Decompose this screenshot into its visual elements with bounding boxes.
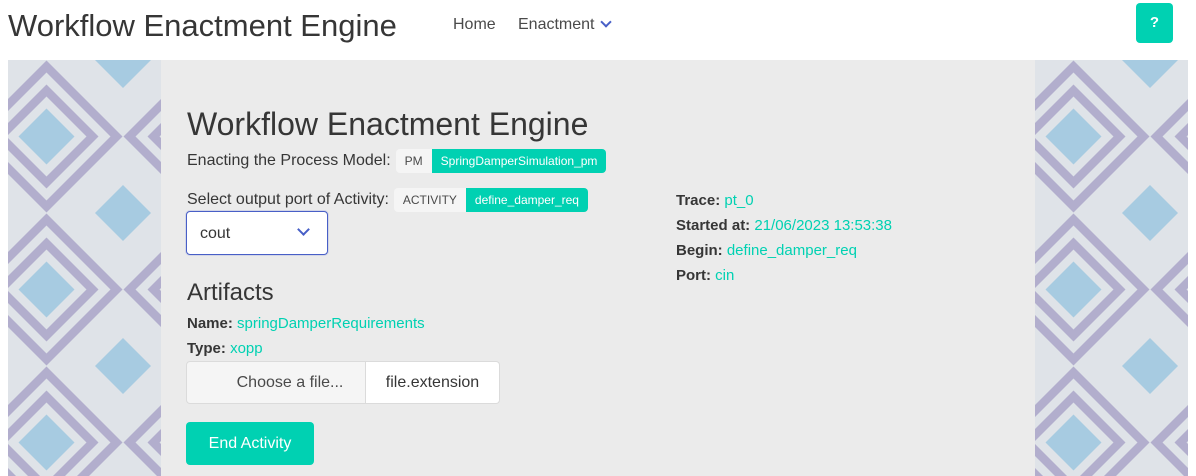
output-port-selected-value: cout [200, 225, 231, 242]
background-pattern-right [1035, 60, 1188, 476]
activity-label: Select output port of Activity: [187, 191, 389, 208]
artifact-type: Type: xopp [187, 340, 263, 357]
artifact-type-label: Type: [187, 340, 226, 357]
begin-label: Begin: [676, 242, 723, 259]
started-info: Started at: 21/06/2023 13:53:38 [676, 217, 892, 234]
choose-file-button[interactable]: Choose a file... [186, 361, 366, 404]
begin-info: Begin: define_damper_req [676, 242, 857, 259]
end-activity-button[interactable]: End Activity [186, 422, 314, 465]
navbar: Workflow Enactment Engine Home Enactment… [0, 0, 1196, 56]
help-button[interactable]: ? [1136, 3, 1173, 43]
activity-tag: ACTIVITY [393, 188, 466, 212]
trace-value: pt_0 [724, 192, 754, 209]
page-title: Workflow Enactment Engine [187, 106, 589, 142]
begin-value: define_damper_req [726, 242, 857, 259]
nav-home-link[interactable]: Home [453, 16, 496, 34]
process-model-label: Enacting the Process Model: [187, 152, 391, 169]
activity-tags: ACTIVITY define_damper_req [393, 188, 588, 212]
main-panel: Workflow Enactment Engine Enacting the P… [161, 60, 1035, 476]
trace-info: Trace: pt_0 [676, 192, 754, 209]
file-name-display: file.extension [366, 361, 500, 404]
process-model-line: Enacting the Process Model: PM SpringDam… [187, 149, 607, 173]
trace-label: Trace: [676, 192, 721, 209]
pm-tag: PM [395, 149, 432, 173]
process-model-tags: PM SpringDamperSimulation_pm [395, 149, 607, 173]
port-info: Port: cin [676, 267, 734, 284]
nav-enactment-label: Enactment [518, 16, 595, 33]
started-value: 21/06/2023 13:53:38 [754, 217, 892, 234]
artifact-type-value: xopp [230, 340, 263, 357]
nav-enactment-dropdown[interactable]: Enactment [518, 16, 613, 34]
port-value: cin [715, 267, 735, 284]
file-upload[interactable]: Choose a file... file.extension [186, 361, 500, 404]
navbar-brand[interactable]: Workflow Enactment Engine [8, 8, 397, 44]
chevron-down-icon [600, 16, 613, 28]
activity-line: Select output port of Activity: ACTIVITY… [187, 188, 588, 212]
pm-value-tag: SpringDamperSimulation_pm [431, 149, 607, 173]
output-port-select[interactable]: cout [186, 211, 328, 255]
activity-value-tag: define_damper_req [465, 188, 588, 212]
background-pattern-left [8, 60, 161, 476]
port-label: Port: [676, 267, 711, 284]
artifact-name: Name: springDamperRequirements [187, 315, 425, 332]
started-label: Started at: [676, 217, 751, 234]
artifact-name-value: springDamperRequirements [237, 315, 425, 332]
artifact-name-label: Name: [187, 315, 233, 332]
artifacts-heading: Artifacts [187, 279, 274, 306]
chevron-down-icon [297, 223, 310, 236]
